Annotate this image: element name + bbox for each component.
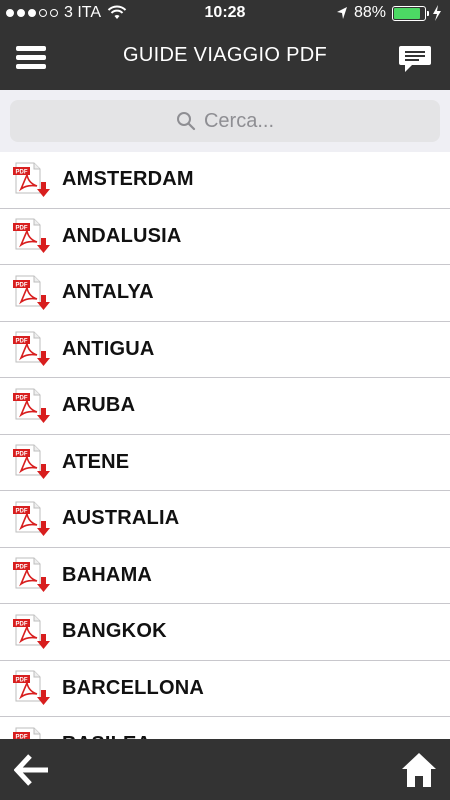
list-item[interactable]: PDF BASILEA: [0, 717, 450, 739]
list-item[interactable]: PDF ANTIGUA: [0, 322, 450, 378]
status-right: 88%: [336, 4, 442, 22]
chat-bubble-icon[interactable]: [398, 44, 432, 74]
pdf-download-icon: PDF: [13, 218, 50, 254]
battery-icon: [392, 5, 429, 21]
header: 3 ITA 10:28 88% GUIDE VIAGGIO PDF: [0, 0, 450, 90]
list-item-label: ATENE: [62, 450, 130, 473]
pdf-download-icon: PDF: [13, 614, 50, 649]
pdf-download-icon: PDF: [13, 388, 50, 423]
battery-percent: 88%: [353, 4, 386, 21]
list-item-label: BARCELLONA: [62, 676, 204, 699]
svg-text:PDF: PDF: [16, 621, 28, 627]
svg-text:PDF: PDF: [16, 339, 28, 345]
search-bar-container: Cerca...: [0, 90, 450, 152]
navigation-bar: GUIDE VIAGGIO PDF: [0, 28, 450, 90]
guide-list: PDF AMSTERDAM PDF ANDALUSIA PDF ANTALYA: [0, 152, 450, 739]
list-item[interactable]: PDF ATENE: [0, 435, 450, 491]
search-input[interactable]: Cerca...: [10, 100, 440, 142]
svg-text:PDF: PDF: [16, 678, 28, 684]
pdf-download-icon: PDF: [13, 331, 50, 367]
list-item-label: ANTALYA: [62, 281, 154, 304]
list-item[interactable]: PDF AUSTRALIA: [0, 491, 450, 548]
list-item[interactable]: PDF AMSTERDAM: [0, 152, 450, 209]
list-item[interactable]: PDF BAHAMA: [0, 548, 450, 604]
pdf-download-icon: PDF: [13, 670, 50, 706]
pdf-download-icon: PDF: [13, 501, 50, 536]
list-item-label: ANDALUSIA: [62, 224, 182, 247]
list-item-label: ANTIGUA: [62, 337, 155, 360]
battery-level-fill: [394, 7, 421, 19]
list-item[interactable]: PDF BARCELLONA: [0, 661, 450, 717]
search-placeholder: Cerca...: [203, 109, 275, 132]
list-item-label: AUSTRALIA: [62, 507, 180, 530]
status-bar: 3 ITA 10:28 88%: [0, 0, 450, 28]
svg-text:PDF: PDF: [16, 226, 28, 232]
list-item[interactable]: PDF ANTALYA: [0, 265, 450, 322]
pdf-download-icon: PDF: [13, 275, 50, 310]
location-arrow-icon: [336, 7, 347, 19]
list-item-label: ARUBA: [62, 394, 136, 417]
list-item[interactable]: PDF ARUBA: [0, 378, 450, 435]
pdf-download-icon: PDF: [13, 162, 50, 197]
svg-text:PDF: PDF: [16, 169, 28, 175]
list-item-label: AMSTERDAM: [62, 168, 194, 191]
page-title: GUIDE VIAGGIO PDF: [122, 44, 328, 66]
pdf-download-icon: PDF: [13, 727, 41, 739]
svg-text:PDF: PDF: [16, 395, 28, 401]
home-icon[interactable]: [400, 751, 438, 789]
list-item-label: BAHAMA: [62, 563, 153, 586]
list-item-label: BANGKOK: [62, 620, 167, 643]
list-item[interactable]: PDF ANDALUSIA: [0, 209, 450, 265]
pdf-download-icon: PDF: [13, 444, 50, 480]
back-arrow-icon[interactable]: [14, 753, 50, 787]
svg-text:PDF: PDF: [16, 508, 28, 514]
svg-text:PDF: PDF: [16, 565, 28, 571]
pdf-download-icon: PDF: [13, 557, 50, 593]
search-icon: [176, 112, 196, 131]
svg-text:PDF: PDF: [16, 452, 28, 458]
charging-bolt-icon: [433, 5, 441, 21]
bottom-toolbar: [0, 739, 450, 800]
list-item[interactable]: PDF BANGKOK: [0, 604, 450, 661]
svg-text:PDF: PDF: [16, 282, 28, 288]
